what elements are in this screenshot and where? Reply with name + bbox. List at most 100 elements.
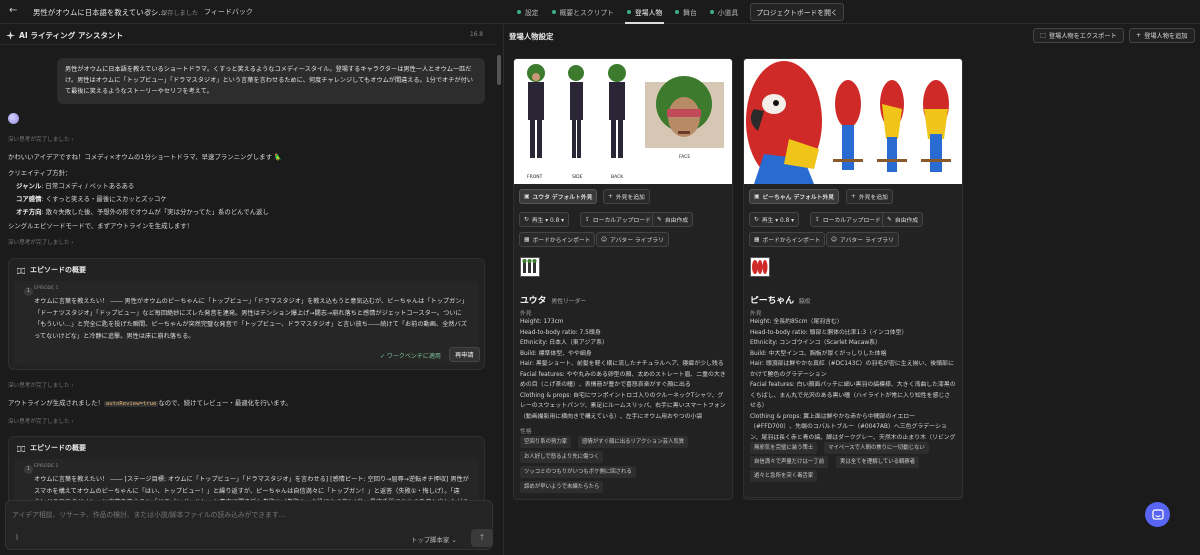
character-card-yuta: FRONT SIDE BACK FACE ▣ ユウタ デフォルト外見 + 外見を追加… <box>513 58 733 500</box>
attachment-clip-icon[interactable]: ⌇ <box>15 533 19 542</box>
face-label: FACE <box>679 154 690 160</box>
look-thumbnail[interactable] <box>520 257 540 277</box>
default-look-chip[interactable]: ▣ ユウタ デフォルト外見 <box>519 189 598 204</box>
outline-note: シングルエピソードモードで、まずアウトラインを生成します！ <box>8 222 194 230</box>
send-button[interactable]: ↑ <box>471 529 493 547</box>
model-selector[interactable]: トップ脚本家 ⌄ <box>411 535 457 544</box>
default-look-chip[interactable]: ▣ ピーちゃん デフォルト外見 <box>749 189 840 204</box>
add-character-button[interactable]: + 登場人物を追加 <box>1129 28 1195 43</box>
trait-tag: マイペースで人間の焦りに一切動じない <box>824 442 929 454</box>
free-create-button[interactable]: ✎ 自由作成 <box>652 212 694 227</box>
assistant-panel: AI ライティング アシスタント 16.8 男性がオウムに日本語を教えているショ… <box>0 25 497 555</box>
reapply-button[interactable]: 再申請 <box>449 347 480 362</box>
free-create-button[interactable]: ✎ 自由作成 <box>882 212 924 227</box>
feedback-link[interactable]: フィードバック <box>204 7 253 17</box>
tab-characters[interactable]: 登場人物 <box>622 3 667 24</box>
local-upload-button[interactable]: ⇪ ローカルアップロード <box>580 212 656 227</box>
character-traits-area: 無邪気を完璧に装う策士 マイペースで人間の焦りに一切動じない 自信満々で声量だけ… <box>743 440 963 498</box>
composer-input[interactable]: アイデア相談、リサーチ、作品の検討、または小説/脚本ファイルの読み込みができます… <box>12 509 285 519</box>
chat-support-button[interactable] <box>1145 502 1170 527</box>
plus-icon: + <box>608 193 613 200</box>
thinking-complete-toggle[interactable]: 深い思考が完了しました › <box>8 135 74 143</box>
chat-composer[interactable]: アイデア相談、リサーチ、作品の検討、または小説/脚本ファイルの読み込みができます… <box>5 500 493 550</box>
trait-tag: 実は全てを理解している観察者 <box>836 456 920 468</box>
pane-divider[interactable] <box>503 25 504 555</box>
thinking-complete-toggle[interactable]: 深い思考が完了しました › <box>8 417 74 425</box>
front-label: FRONT <box>527 174 543 180</box>
person-icon: ☺ <box>601 236 608 243</box>
tab-stage[interactable]: 舞台 <box>670 3 702 21</box>
upload-icon: ⇪ <box>585 216 590 223</box>
main-tabs: 設定 概要とスクリプト 登場人物 舞台 小道具 プロジェクトボードを開く <box>512 3 844 24</box>
plus-icon: + <box>851 193 856 200</box>
user-message: 男性がオウムに日本語を教えているショートドラマ。くすっと笑えるようなコメディース… <box>57 58 485 104</box>
status-dot-icon <box>551 10 556 14</box>
assistant-title: AI ライティング アシスタント <box>19 31 124 40</box>
face-closeup <box>645 76 724 148</box>
back-label: BACK <box>611 174 624 180</box>
card-title: エピソードの概要 <box>17 443 86 453</box>
applied-to-workbench-status[interactable]: ✓ ワークベンチに適用 <box>380 351 441 360</box>
trait-tag: 遊々と急所を突く毒舌家 <box>750 470 818 482</box>
plus-icon: + <box>1136 32 1142 39</box>
regenerate-button[interactable]: ↻ 再生 ▾ 0.8 ▾ <box>749 212 800 227</box>
trait-tag: ツッコミのつもりがいつもボケ側に回される <box>520 466 636 478</box>
add-look-button[interactable]: + 外見を追加 <box>603 189 650 204</box>
appearance-label: 外見 <box>750 311 762 317</box>
back-arrow-icon[interactable]: ← <box>9 5 17 16</box>
character-sheet-image: FRONT SIDE BACK FACE <box>514 59 732 184</box>
character-card-peechan: ▣ ピーちゃん デフォルト外見 + 外見を追加 ↻ 再生 ▾ 0.8 ▾ ⇪ ローカルア… <box>743 58 963 500</box>
episode-label: EPISODE 1 <box>34 286 59 291</box>
sparkle-icon <box>6 31 15 40</box>
image-icon: ▣ <box>524 193 530 200</box>
book-icon <box>17 445 25 452</box>
open-project-board-button[interactable]: プロジェクトボードを開く <box>750 3 844 21</box>
assistant-header: AI ライティング アシスタント <box>6 30 123 41</box>
look-thumbnail[interactable] <box>750 257 770 277</box>
episode-outline-card: エピソードの概要 1 EPISODE 1 オウムに言葉を教えたい！ ―― 男性が… <box>8 258 485 370</box>
characters-panel-title: 登場人物設定 <box>509 32 554 41</box>
export-characters-button[interactable]: ⬚ 登場人物をエクスポート <box>1033 28 1124 43</box>
personality-label: 性格 <box>520 429 532 435</box>
yuta-illustration: FRONT SIDE BACK FACE <box>514 59 732 184</box>
episode-summary: オウムに言葉を教えたい！ ―― 男性がオウムのピーちゃんに「トップビュー」「ドラ… <box>34 298 468 340</box>
add-look-button[interactable]: + 外見を追加 <box>846 189 893 204</box>
tab-props[interactable]: 小道具 <box>705 3 743 21</box>
avatar-library-button[interactable]: ☺ アバター ライブラリ <box>826 232 899 247</box>
thinking-complete-toggle[interactable]: 深い思考が完了しました › <box>8 238 74 246</box>
save-status: 保存しました <box>161 10 199 17</box>
side-label: SIDE <box>572 174 583 180</box>
local-upload-button[interactable]: ⇪ ローカルアップロード <box>810 212 886 227</box>
grid-icon: ▦ <box>754 236 760 243</box>
character-name: ユウタ 男性リーダー <box>520 296 587 306</box>
status-dot-icon <box>626 10 631 14</box>
import-from-board-button[interactable]: ▦ ボードからインポート <box>749 232 826 247</box>
avatar-library-button[interactable]: ☺ アバター ライブラリ <box>596 232 669 247</box>
trait-tag: 自信満々で声量だけは一丁前 <box>750 456 829 468</box>
import-from-board-button[interactable]: ▦ ボードからインポート <box>519 232 596 247</box>
trait-tag: お人好しで怒るより先に傷つく <box>520 451 604 463</box>
trait-tag: 空回り系の努力家 <box>520 436 572 448</box>
upload-icon: ⇪ <box>815 216 820 223</box>
appearance-description: Height: 173cm Head-to-body ratio: 7.5頭身 … <box>520 319 726 420</box>
assistant-version: 16.8 <box>470 32 483 38</box>
assistant-avatar <box>8 113 19 124</box>
status-dot-icon <box>709 10 714 14</box>
refresh-icon: ↻ <box>524 216 529 223</box>
document-title[interactable]: 男性がオウムに日本語を教えているシ... <box>33 7 165 18</box>
appearance-label: 外見 <box>520 311 532 317</box>
top-bar: ← 男性がオウムに日本語を教えているシ... 保存しました フィードバック 設定… <box>0 0 1200 24</box>
regenerate-button[interactable]: ↻ 再生 ▾ 0.8 ▾ <box>519 212 570 227</box>
policy-genre: ジャンル: 日常コメディ / ペットあるある <box>16 182 135 190</box>
parrot-illustration <box>744 59 962 184</box>
chat-scrollbar[interactable] <box>497 55 501 85</box>
trait-tag: 諦めが早いようで未練たらたら <box>520 481 604 493</box>
auto-review-code: autoReview=true <box>103 401 159 407</box>
auto-review-note: アウトラインが生成されました！ autoReview=true なので、続けてレビュ… <box>8 399 292 407</box>
character-role: 脇役 <box>799 299 811 305</box>
pencil-icon: ✎ <box>657 216 662 223</box>
thinking-complete-toggle[interactable]: 深い思考が完了しました › <box>8 381 74 389</box>
tab-outline-script[interactable]: 概要とスクリプト <box>547 3 619 21</box>
character-name: ピーちゃん 脇役 <box>750 296 811 306</box>
tab-settings[interactable]: 設定 <box>512 3 544 21</box>
